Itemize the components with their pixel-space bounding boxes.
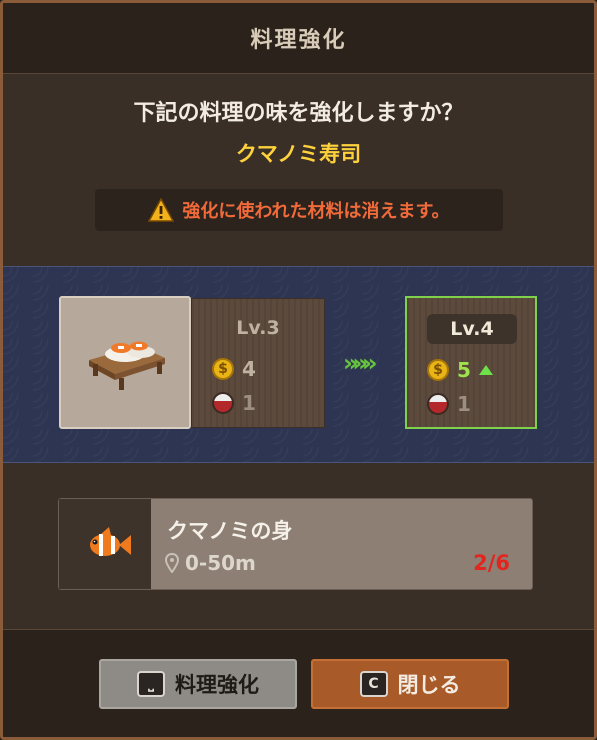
close-button[interactable]: C 閉じる (311, 659, 509, 709)
current-bowl-value: 1 (242, 391, 256, 415)
current-level-label: Lv.3 (236, 317, 280, 339)
next-bowl-value: 1 (457, 392, 471, 416)
close-button-label: 閉じる (397, 673, 461, 697)
ingredient-count: 2/6 (473, 551, 510, 575)
increase-arrow-icon (478, 365, 493, 375)
dish-tile (59, 296, 191, 429)
enhance-button[interactable]: ⎵ 料理強化 (99, 659, 297, 709)
sushi-icon (89, 341, 165, 390)
warning-banner: 強化に使われた材料は消えます。 (95, 189, 503, 231)
enhance-dialog: 料理強化 下記の料理の味を強化しますか？ クマノミ寿司 強化に使われた材料は消え… (0, 0, 597, 740)
dialog-titlebar: 料理強化 (3, 3, 594, 74)
current-level-panel: Lv.3 $ 4 1 (191, 298, 325, 428)
bowl-icon (212, 392, 234, 414)
location-pin-icon (165, 553, 179, 573)
current-price-value: 4 (242, 357, 256, 381)
dialog-title: 料理強化 (250, 28, 347, 53)
clownfish-icon (90, 527, 131, 556)
warning-text: 強化に使われた材料は消えます。 (182, 201, 450, 222)
next-price-value: 5 (457, 358, 471, 382)
c-key-icon: C (359, 671, 388, 697)
upgrade-arrows: »»» (343, 349, 377, 377)
enhance-button-label: 料理強化 (175, 673, 259, 697)
next-price: $ 5 (427, 358, 493, 382)
warning-triangle-icon (148, 198, 175, 222)
next-bowl: 1 (427, 392, 471, 416)
bowl-icon (427, 393, 449, 415)
ingredient-name: クマノミの身 (167, 519, 293, 543)
next-level-panel: Lv.4 $ 5 1 (405, 296, 537, 429)
enhance-question: 下記の料理の味を強化しますか？ (133, 101, 464, 126)
dish-name: クマノミ寿司 (235, 142, 362, 166)
ingredient-depth-range: 0-50m (165, 551, 256, 575)
coin-icon: $ (212, 358, 234, 380)
current-price: $ 4 (212, 357, 256, 381)
ingredient-row: クマノミの身 0-50m 2/6 (58, 498, 533, 590)
upgrade-arrow-icon: »»» (343, 349, 377, 377)
next-level-label: Lv.4 (427, 314, 517, 344)
ingredient-range-text: 0-50m (185, 551, 256, 575)
space-key-icon: ⎵ (137, 671, 165, 697)
ingredient-icon-box (59, 499, 151, 589)
current-bowl: 1 (212, 391, 256, 415)
coin-icon: $ (427, 359, 449, 381)
